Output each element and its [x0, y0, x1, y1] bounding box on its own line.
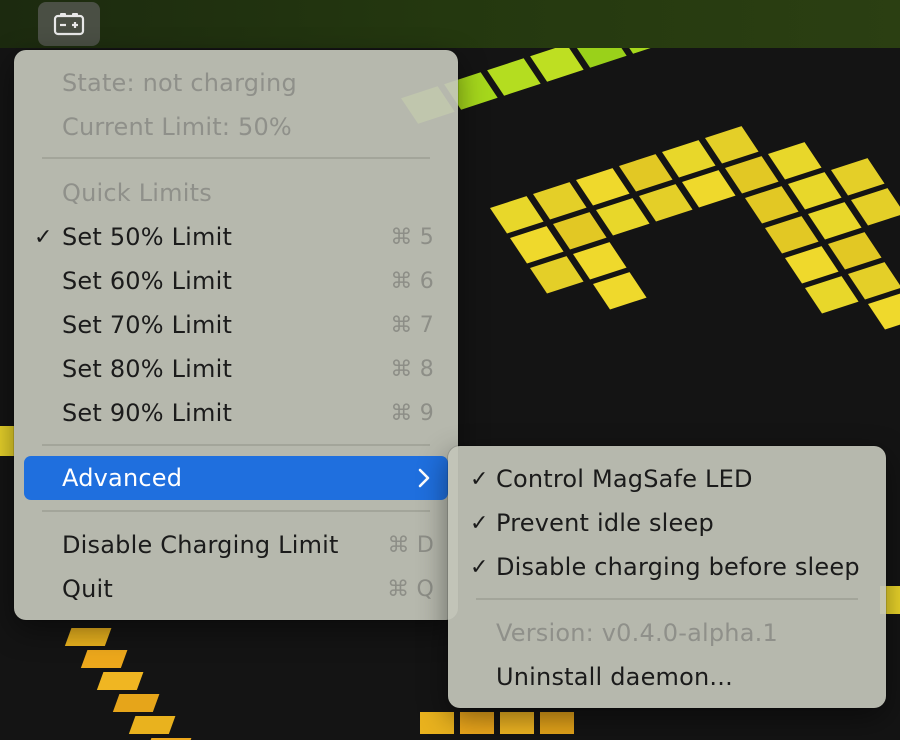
wallpaper-tile	[639, 184, 693, 222]
checkmark-icon: ✓	[34, 224, 53, 250]
menu-item-quit[interactable]: Quit ⌘ Q	[24, 569, 448, 609]
wallpaper-tile	[831, 158, 885, 196]
submenu-item-prevent-idle-sleep[interactable]: ✓ Prevent idle sleep	[456, 503, 878, 543]
wallpaper-tile	[0, 426, 14, 456]
menu-item-set-70-limit[interactable]: Set 70% Limit ⌘ 7	[24, 305, 448, 345]
wallpaper-tile	[596, 198, 650, 236]
menu-item-label: Disable Charging Limit	[62, 531, 339, 559]
quick-limits-header: Quick Limits	[24, 173, 448, 213]
wallpaper-tile	[848, 262, 900, 300]
wallpaper-tile	[487, 58, 541, 96]
wallpaper-tile	[593, 272, 647, 310]
wallpaper-tile	[540, 712, 574, 734]
wallpaper-tile	[725, 156, 779, 194]
state-status: State: not charging	[24, 63, 448, 103]
keyboard-shortcut: ⌘ Q	[387, 576, 434, 602]
submenu-item-label: Prevent idle sleep	[496, 509, 714, 537]
menu-item-set-60-limit[interactable]: Set 60% Limit ⌘ 6	[24, 261, 448, 301]
wallpaper-tile	[112, 694, 160, 712]
state-label: State: not charging	[62, 69, 297, 97]
menu-separator	[476, 598, 858, 600]
wallpaper-tile	[530, 44, 584, 82]
menu-item-set-80-limit[interactable]: Set 80% Limit ⌘ 8	[24, 349, 448, 389]
menu-item-label: Quit	[62, 575, 113, 603]
wallpaper-tile	[96, 672, 144, 690]
wallpaper-tile	[128, 716, 176, 734]
wallpaper-tile	[530, 256, 584, 294]
menu-item-advanced[interactable]: Advanced	[24, 456, 448, 500]
menu-item-set-90-limit[interactable]: Set 90% Limit ⌘ 9	[24, 393, 448, 433]
submenu-item-control-magsafe-led[interactable]: ✓ Control MagSafe LED	[456, 459, 878, 499]
battery-menu-extra-button[interactable]	[38, 2, 100, 46]
menu-item-label: Set 90% Limit	[62, 399, 233, 427]
menu-item-label: Set 70% Limit	[62, 311, 233, 339]
wallpaper-tile	[868, 293, 900, 330]
menu-bar	[0, 0, 900, 48]
chevron-right-icon	[418, 468, 430, 488]
wallpaper-tile	[553, 212, 607, 250]
wallpaper-tile	[576, 168, 630, 206]
checkmark-icon: ✓	[470, 554, 489, 580]
menu-item-label: Advanced	[62, 464, 183, 492]
wallpaper-tile	[662, 140, 716, 178]
wallpaper-tile	[460, 712, 494, 734]
menu-separator	[42, 510, 430, 512]
advanced-submenu: ✓ Control MagSafe LED ✓ Prevent idle sle…	[448, 446, 886, 708]
keyboard-shortcut: ⌘ 5	[390, 224, 434, 250]
wallpaper-tile	[420, 712, 454, 734]
submenu-item-label: Disable charging before sleep	[496, 553, 860, 581]
wallpaper-tile	[573, 242, 627, 280]
current-limit-label: Current Limit: 50%	[62, 113, 292, 141]
keyboard-shortcut: ⌘ D	[387, 532, 434, 558]
wallpaper-tile	[768, 142, 822, 180]
submenu-item-uninstall-daemon[interactable]: Uninstall daemon...	[456, 657, 878, 697]
keyboard-shortcut: ⌘ 7	[390, 312, 434, 338]
submenu-item-disable-charging-before-sleep[interactable]: ✓ Disable charging before sleep	[456, 547, 878, 587]
menu-item-label: Set 50% Limit	[62, 223, 233, 251]
menu-item-label: Set 80% Limit	[62, 355, 233, 383]
wallpaper-tile	[745, 186, 799, 224]
checkmark-icon: ✓	[470, 466, 489, 492]
wallpaper-tile	[500, 712, 534, 734]
wallpaper-tile	[808, 202, 862, 240]
version-label: Version: v0.4.0-alpha.1	[496, 619, 778, 647]
checkmark-icon: ✓	[470, 510, 489, 536]
charging-limit-menu: State: not charging Current Limit: 50% Q…	[14, 50, 458, 620]
wallpaper-tile	[533, 182, 587, 220]
menu-separator	[42, 157, 430, 159]
menu-item-set-50-limit[interactable]: ✓ Set 50% Limit ⌘ 5	[24, 217, 448, 257]
wallpaper-tile	[619, 154, 673, 192]
wallpaper-tile	[682, 170, 736, 208]
wallpaper-tile	[828, 232, 882, 270]
section-header: Quick Limits	[62, 179, 212, 207]
wallpaper-tile	[80, 650, 128, 668]
wallpaper-tile	[64, 628, 112, 646]
wallpaper-tile	[705, 126, 759, 164]
submenu-item-label: Control MagSafe LED	[496, 465, 753, 493]
wallpaper-tile	[788, 172, 842, 210]
wallpaper-tile	[510, 226, 564, 264]
wallpaper-tile	[805, 276, 859, 314]
wallpaper-tile	[765, 216, 819, 254]
menu-separator	[42, 444, 430, 446]
version-info: Version: v0.4.0-alpha.1	[456, 613, 878, 653]
current-limit-status: Current Limit: 50%	[24, 107, 448, 147]
menu-item-disable-charging-limit[interactable]: Disable Charging Limit ⌘ D	[24, 525, 448, 565]
battery-charging-icon	[53, 13, 85, 36]
wallpaper-tile	[490, 196, 544, 234]
submenu-item-label: Uninstall daemon...	[496, 663, 733, 691]
menu-item-label: Set 60% Limit	[62, 267, 233, 295]
keyboard-shortcut: ⌘ 9	[390, 400, 434, 426]
wallpaper-tile	[851, 188, 900, 226]
keyboard-shortcut: ⌘ 8	[390, 356, 434, 382]
wallpaper-tile	[785, 246, 839, 284]
keyboard-shortcut: ⌘ 6	[390, 268, 434, 294]
